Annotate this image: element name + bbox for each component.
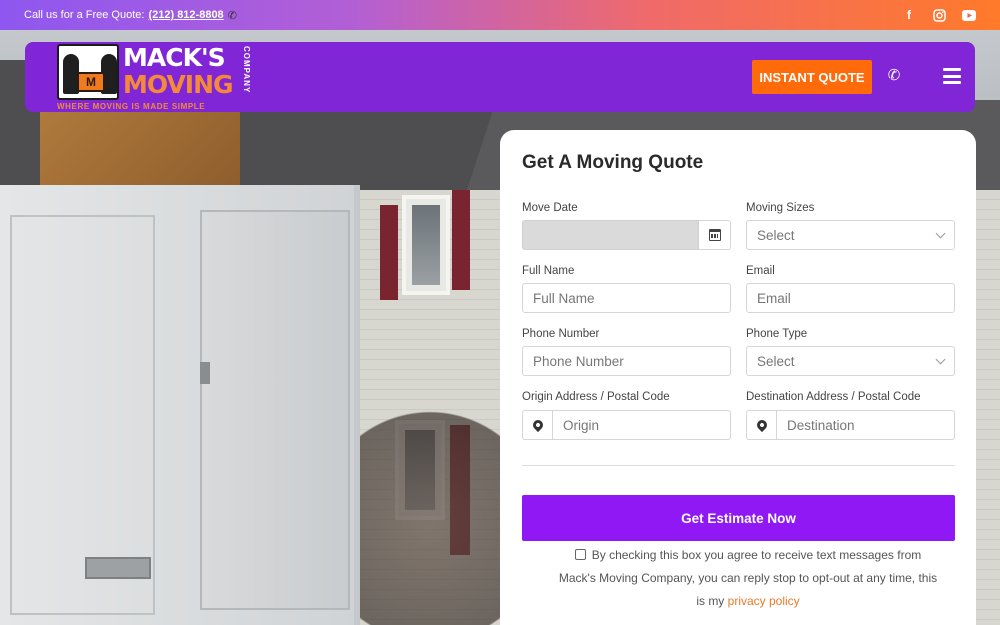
- chevron-down-icon: [935, 228, 946, 238]
- phone-type-select[interactable]: Select: [746, 346, 955, 376]
- full-name-input[interactable]: Full Name: [522, 283, 731, 313]
- truck-latch: [200, 362, 210, 384]
- origin-label: Origin Address / Postal Code: [522, 391, 670, 403]
- phone-link[interactable]: (212) 812-8808: [148, 9, 223, 21]
- free-quote-callout: Call us for a Free Quote: (212) 812-8808…: [24, 9, 237, 22]
- sms-consent: By checking this box you agree to receiv…: [558, 544, 938, 613]
- map-pin-icon: [530, 417, 545, 433]
- logo-tagline: WHERE MOVING IS MADE SIMPLE: [57, 102, 206, 111]
- logo-wordmark: MACK'S MOVING: [123, 43, 234, 99]
- phone-number-label: Phone Number: [522, 328, 600, 340]
- main-navbar: M MACK'S MOVING COMPANY WHERE MOVING IS …: [25, 42, 975, 112]
- facebook-icon[interactable]: f: [902, 8, 916, 22]
- calendar-icon: [708, 229, 721, 241]
- full-name-label: Full Name: [522, 265, 575, 277]
- get-estimate-button[interactable]: Get Estimate Now: [522, 495, 955, 541]
- logo-company-text: COMPANY: [242, 46, 251, 94]
- email-label: Email: [746, 265, 775, 277]
- form-title: Get A Moving Quote: [522, 152, 704, 173]
- origin-pin-box: [522, 410, 552, 440]
- instant-quote-button[interactable]: INSTANT QUOTE: [752, 60, 872, 94]
- phone-icon[interactable]: ✆: [885, 66, 903, 84]
- form-divider: [522, 465, 955, 466]
- move-date-label: Move Date: [522, 202, 578, 214]
- phone-type-label: Phone Type: [746, 328, 808, 340]
- social-links: f: [902, 8, 976, 22]
- youtube-icon[interactable]: [962, 8, 976, 22]
- chevron-down-icon: [935, 354, 946, 364]
- logo-movers-icon: M: [57, 44, 119, 100]
- house-window: [402, 195, 450, 295]
- destination-pin-box: [746, 410, 776, 440]
- destination-input[interactable]: Destination: [776, 410, 955, 440]
- quote-form-card: Get A Moving Quote Move Date Moving Size…: [500, 130, 976, 625]
- origin-input[interactable]: Origin: [552, 410, 731, 440]
- moving-sizes-select[interactable]: Select: [746, 220, 955, 250]
- privacy-policy-link[interactable]: privacy policy: [728, 594, 800, 608]
- truck-panel: [10, 215, 155, 615]
- destination-label: Destination Address / Postal Code: [746, 391, 921, 403]
- tree: [360, 380, 500, 625]
- logo-box: M: [77, 72, 105, 92]
- calendar-button[interactable]: [699, 220, 731, 250]
- window-shutter: [452, 190, 470, 290]
- top-bar: Call us for a Free Quote: (212) 812-8808…: [0, 0, 1000, 30]
- free-quote-text: Call us for a Free Quote:: [24, 9, 145, 21]
- map-pin-icon: [754, 417, 769, 433]
- truck-handle: [85, 557, 151, 579]
- phone-icon: ✆: [227, 9, 237, 22]
- instagram-icon[interactable]: [932, 8, 946, 22]
- phone-number-input[interactable]: Phone Number: [522, 346, 731, 376]
- moving-sizes-label: Moving Sizes: [746, 202, 815, 214]
- sms-consent-checkbox[interactable]: [574, 549, 586, 560]
- macks-moving-logo[interactable]: M MACK'S MOVING COMPANY WHERE MOVING IS …: [55, 42, 251, 112]
- email-input[interactable]: Email: [746, 283, 955, 313]
- window-shutter: [380, 205, 398, 300]
- truck-door: [200, 210, 350, 610]
- menu-icon[interactable]: [943, 68, 961, 84]
- move-date-input[interactable]: [522, 220, 699, 250]
